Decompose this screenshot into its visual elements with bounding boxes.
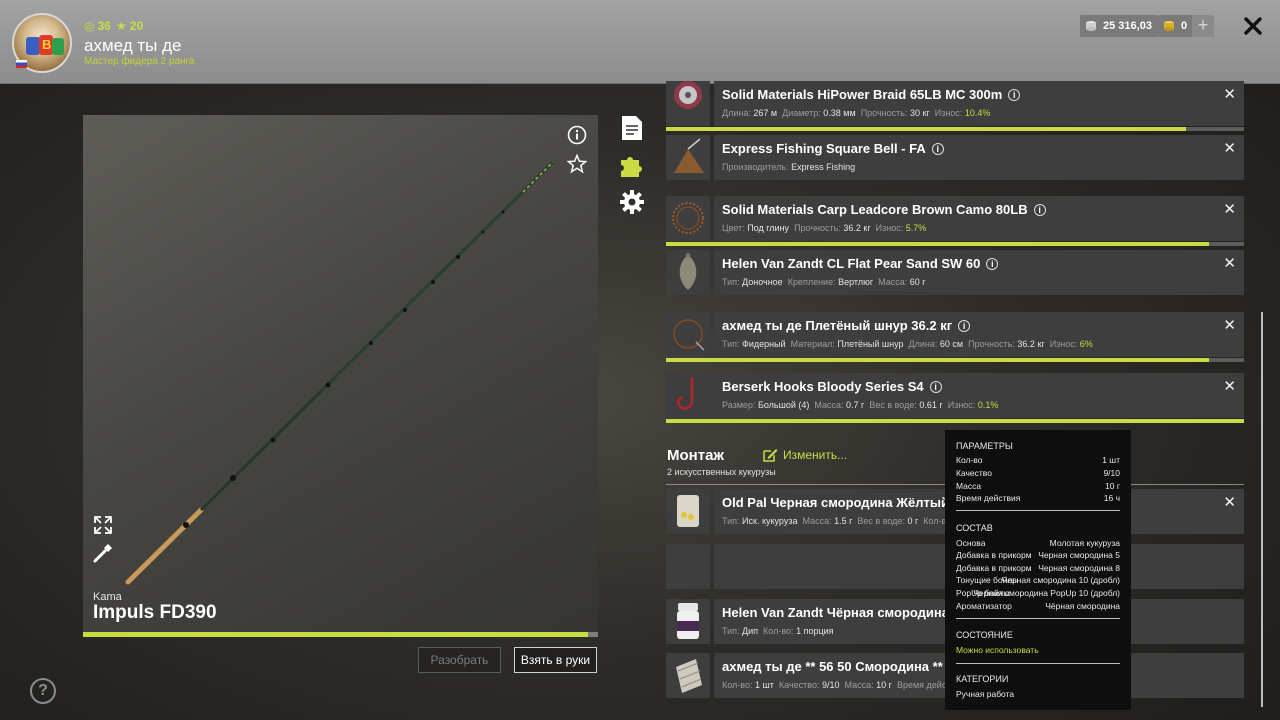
rod-preview-panel: Kama Impuls FD390: [83, 115, 598, 637]
item-props: Тип: Иск. кукуруза Масса: 1.5 г Вес в во…: [722, 516, 961, 526]
favorite-star-icon[interactable]: [567, 154, 587, 174]
item-thumbnail: [666, 489, 710, 534]
info-icon[interactable]: i: [931, 143, 944, 155]
remove-item-button[interactable]: ✕: [1223, 85, 1236, 103]
item-props: Длина: 267 м Диаметр: 0.38 мм Прочность:…: [722, 108, 991, 118]
info-icon[interactable]: i: [1008, 89, 1021, 101]
tackle-item-hook[interactable]: Berserk Hooks Bloody Series S4 i Размер: …: [666, 373, 1244, 423]
player-rank: Мастер фидера 2 ранга: [84, 56, 195, 67]
tooltip-categories: Ручная работа: [956, 689, 1015, 699]
item-props: Тип: Фидерный Материал: Плетёный шнур Дл…: [722, 339, 1093, 349]
tooltip-state: Можно использовать: [956, 645, 1039, 655]
item-title: Solid Materials Carp Leadcore Brown Camo…: [722, 202, 1046, 217]
silver-coins-icon: [1086, 21, 1096, 31]
remove-item-button[interactable]: ✕: [1223, 200, 1236, 218]
list-scrollbar[interactable]: [1261, 312, 1263, 707]
document-icon[interactable]: [620, 114, 644, 142]
item-props: Производитель: Express Fishing: [722, 162, 856, 172]
item-title: Express Fishing Square Bell - FA i: [722, 141, 944, 156]
star-icon: ★: [116, 19, 127, 33]
settings-gear-icon[interactable]: [618, 188, 646, 216]
rod-image: [125, 160, 555, 585]
info-icon[interactable]: i: [986, 258, 999, 270]
info-icon[interactable]: i: [929, 381, 942, 393]
item-thumbnail: [666, 250, 710, 295]
tackle-item-leadcore[interactable]: Solid Materials Carp Leadcore Brown Camo…: [666, 196, 1244, 246]
montage-subtitle: 2 искусственных кукурузы: [667, 467, 776, 477]
item-thumbnail: [666, 653, 710, 698]
item-title: Berserk Hooks Bloody Series S4 i: [722, 379, 942, 394]
item-thumbnail: [666, 312, 710, 357]
item-thumbnail: [666, 196, 710, 241]
rod-condition-bar: [83, 632, 598, 637]
tooltip-categories-title: КАТЕГОРИИ: [956, 674, 1009, 684]
gold-coins-icon: [1164, 21, 1174, 31]
close-icon[interactable]: [1240, 13, 1266, 39]
item-thumbnail: [666, 599, 710, 644]
russia-flag-icon: [16, 60, 27, 68]
item-thumbnail: [666, 373, 710, 418]
tackle-item-feeder[interactable]: Express Fishing Square Bell - FA i Произв…: [666, 135, 1244, 180]
player-name: ахмед ты де: [84, 36, 182, 55]
wear-bar: [666, 419, 1244, 423]
remove-item-button[interactable]: ✕: [1223, 316, 1236, 334]
item-props: Тип: Дип Кол-во: 1 порция: [722, 626, 834, 636]
wear-bar: [666, 358, 1244, 362]
help-icon[interactable]: ?: [30, 678, 56, 704]
item-title: Solid Materials HiPower Braid 65LB MC 30…: [722, 87, 1021, 102]
item-props: Тип: Доночное Крепление: Вертлюг Масса: …: [722, 277, 926, 287]
item-title: Helen Van Zandt CL Flat Pear Sand SW 60 i: [722, 256, 999, 271]
remove-item-button[interactable]: ✕: [1223, 493, 1236, 511]
item-thumbnail: [666, 81, 710, 126]
wear-bar: [666, 242, 1244, 246]
rod-tool-icon[interactable]: [93, 543, 113, 563]
tooltip-params-title: ПАРАМЕТРЫ: [956, 441, 1013, 451]
remove-item-button[interactable]: ✕: [1223, 254, 1236, 272]
info-icon[interactable]: i: [958, 320, 971, 332]
item-tooltip: ПАРАМЕТРЫ Кол-во 1 шт Качество 9/10 Масса 1…: [945, 430, 1131, 710]
top-bar: B ◎ 36 ★ 20 ахмед ты де Мастер фидера 2 ра…: [0, 0, 1280, 84]
player-stars: ★ 20: [116, 19, 144, 33]
info-icon[interactable]: [567, 125, 587, 145]
silver-balance: 25 316,03: [1080, 15, 1158, 37]
puzzle-icon[interactable]: [618, 151, 646, 179]
disassemble-button[interactable]: Разобрать: [418, 647, 501, 673]
tackle-item-line[interactable]: Solid Materials HiPower Braid 65LB MC 30…: [666, 81, 1244, 131]
item-title: ахмед ты де ** 56 50 Смородина **: [722, 659, 943, 674]
edit-icon: [763, 449, 778, 462]
tackle-item-sinker[interactable]: Helen Van Zandt CL Flat Pear Sand SW 60 i…: [666, 250, 1244, 295]
info-icon[interactable]: i: [1033, 204, 1046, 216]
montage-title: Монтаж: [667, 447, 725, 464]
player-level: ◎ 36: [84, 19, 111, 33]
item-title: Helen Van Zandt Чёрная смородина: [722, 605, 949, 620]
item-title: ахмед ты де Плетёный шнур 36.2 кг i: [722, 318, 971, 333]
tackle-item-leader[interactable]: ахмед ты де Плетёный шнур 36.2 кг i Тип: …: [666, 312, 1244, 362]
take-in-hands-button[interactable]: Взять в руки: [514, 647, 597, 673]
item-thumbnail: [666, 135, 710, 180]
rod-name: Impuls FD390: [93, 602, 217, 623]
tooltip-state-title: СОСТОЯНИЕ: [956, 630, 1013, 640]
edit-montage-button[interactable]: Изменить...: [762, 447, 847, 463]
item-props: Размер: Большой (4) Масса: 0.7 г Вес в в…: [722, 400, 999, 410]
level-ring-icon: ◎: [84, 19, 95, 33]
item-title: Old Pal Черная смородина Жёлтыйi: [722, 495, 967, 510]
expand-icon[interactable]: [93, 515, 113, 535]
buy-gold-button[interactable]: +: [1192, 15, 1214, 37]
wear-bar: [666, 127, 1244, 131]
remove-item-button[interactable]: ✕: [1223, 377, 1236, 395]
item-props: Цвет: Под глину Прочность: 36.2 кг Износ…: [722, 223, 927, 233]
remove-item-button[interactable]: ✕: [1223, 139, 1236, 157]
item-props: Кол-во: 1 шт Качество: 9/10 Масса: 10 г …: [722, 680, 956, 690]
tooltip-composition-title: СОСТАВ: [956, 523, 993, 533]
